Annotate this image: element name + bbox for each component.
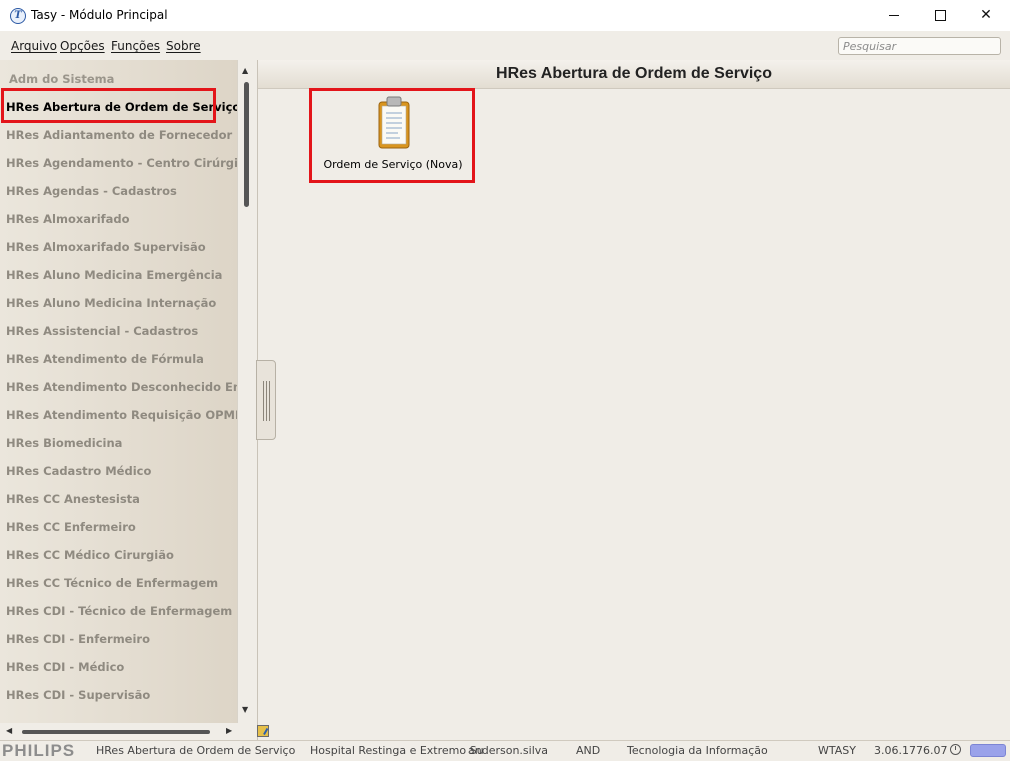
sidebar-item[interactable]: HRes Almoxarifado [6,212,130,226]
maximize-icon [934,9,946,21]
page-title: HRes Abertura de Ordem de Serviço [258,60,1010,89]
maximize-button[interactable] [917,0,963,31]
minimize-button[interactable] [871,0,917,31]
sidebar-item[interactable]: HRes Agendas - Cadastros [6,184,177,198]
sidebar-vertical-scrollbar[interactable]: ▲ ▼ [237,60,255,723]
sidebar-item[interactable]: HRes CC Técnico de Enfermagem [6,576,218,590]
sidebar-item[interactable]: HRes CC Médico Cirurgião [6,548,174,562]
help-icon[interactable] [257,725,269,737]
sidebar-item[interactable]: HRes Cadastro Médico [6,464,151,478]
status-sector: Tecnologia da Informação [627,744,768,757]
sidebar-item[interactable]: HRes CC Anestesista [6,492,140,506]
sidebar-item[interactable]: HRes Aluno Medicina Emergência [6,268,222,282]
scroll-right-icon[interactable]: ▶ [226,726,232,735]
sidebar-item[interactable]: HRes Atendimento Desconhecido Emerg. [6,380,237,394]
status-version: 3.06.1776.07 [874,744,948,757]
panel-splitter-handle[interactable] [256,360,276,440]
menu-bar: Arquivo Opções Funções Sobre Pesquisar [0,31,1010,60]
window-title: Tasy - Módulo Principal [31,8,168,22]
menu-funcoes[interactable]: Funções [111,39,160,53]
scroll-down-icon[interactable]: ▼ [242,705,248,714]
horizontal-scroll-thumb[interactable] [22,730,210,734]
status-user: anderson.silva [468,744,549,757]
sidebar-item[interactable]: HRes Adiantamento de Fornecedor [6,128,232,142]
sidebar-item[interactable]: HRes Agendamento - Centro Cirúrgico [6,156,237,170]
close-icon: ✕ [980,7,992,23]
scroll-up-icon[interactable]: ▲ [242,66,248,75]
philips-logo: PHILIPS [2,741,76,760]
sidebar-item[interactable]: HRes CDI - Técnico de Enfermagem [6,604,232,618]
status-floor: AND [576,744,601,757]
function-list: Adm do Sistema HRes Abertura de Ordem de… [0,60,237,723]
sidebar-item[interactable]: HRes CDI - Supervisão [6,688,150,702]
sidebar-item[interactable]: HRes Almoxarifado Supervisão [6,240,206,254]
status-establishment: Hospital Restinga e Extremo Su [310,744,484,757]
status-database: WTASY [818,744,856,757]
tile-highlight [309,88,475,183]
sidebar-item[interactable]: HRes Biomedicina [6,436,122,450]
scroll-left-icon[interactable]: ◀ [6,726,12,735]
sidebar-group-header[interactable]: Adm do Sistema [9,72,114,86]
status-bar: PHILIPS HRes Abertura de Ordem de Serviç… [0,740,1010,760]
app-icon: T [10,8,26,24]
selection-highlight [1,88,216,123]
close-button[interactable]: ✕ [963,0,1009,31]
sidebar-item[interactable]: HRes Atendimento de Fórmula [6,352,204,366]
sidebar-item[interactable]: HRes Assistencial - Cadastros [6,324,198,338]
title-bar: T Tasy - Módulo Principal ✕ [0,0,1010,31]
menu-arquivo[interactable]: Arquivo [11,39,57,53]
status-function: HRes Abertura de Ordem de Serviço [96,744,296,757]
sidebar-horizontal-scrollbar[interactable]: ◀ ▶ [0,723,255,740]
menu-sobre[interactable]: Sobre [166,39,201,53]
menu-opcoes[interactable]: Opções [60,39,105,53]
search-placeholder: Pesquisar [843,40,897,53]
minimize-icon [889,14,899,16]
clock-icon [950,744,961,755]
sidebar-item[interactable]: HRes CDI - Médico [6,660,124,674]
search-input[interactable]: Pesquisar [838,37,1001,55]
vertical-scroll-thumb[interactable] [244,82,249,207]
sidebar-item[interactable]: HRes CC Enfermeiro [6,520,136,534]
sidebar-item[interactable]: HRes Atendimento Requisição OPME [6,408,237,422]
sidebar-item[interactable]: HRes CDI - Enfermeiro [6,632,150,646]
sidebar-item[interactable]: HRes Aluno Medicina Internação [6,296,216,310]
status-indicator[interactable] [970,744,1006,757]
